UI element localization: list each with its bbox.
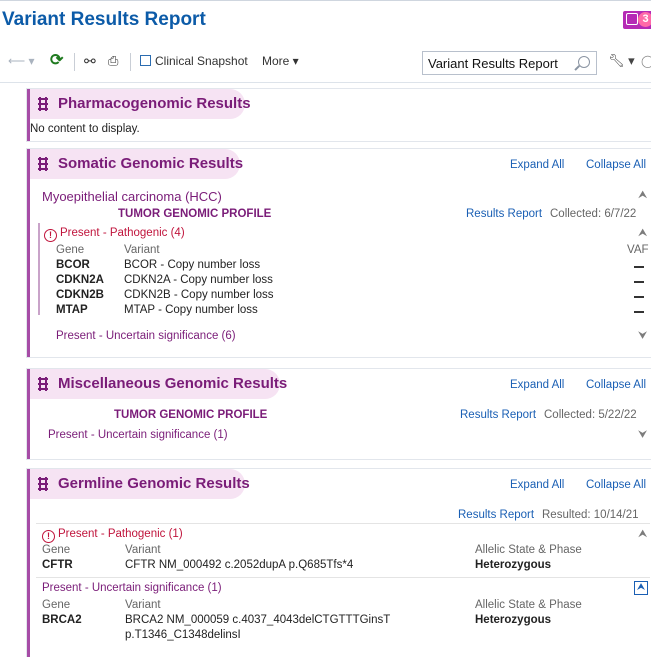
column-header-allelic-state: Allelic State & Phase — [475, 544, 582, 556]
expand-all-link[interactable]: Expand All — [510, 159, 564, 171]
chevron-up-icon[interactable]: ⮝ — [638, 189, 647, 202]
search-icon[interactable] — [578, 56, 590, 68]
vaf-empty — [634, 296, 644, 298]
diagnosis-label[interactable]: Myoepithelial carcinoma (HCC) — [42, 189, 222, 204]
germline-section: Germline Genomic Results Expand All Coll… — [27, 469, 651, 657]
uncertain-toggle[interactable]: Present - Uncertain significance (1) — [48, 429, 228, 441]
vaf-empty — [634, 311, 644, 313]
gene-cell: BRCA2 — [42, 614, 82, 626]
results-report-link[interactable]: Results Report — [458, 509, 534, 521]
column-header-variant: Variant — [125, 599, 161, 611]
column-header-gene: Gene — [42, 599, 71, 611]
section-title: Germline Genomic Results — [58, 475, 250, 492]
section-title: Somatic Genomic Results — [58, 155, 244, 172]
pathogenic-label: Present - Pathogenic (1) — [58, 528, 183, 540]
column-header-gene: Gene — [56, 244, 85, 256]
vaf-empty — [634, 266, 644, 268]
toolbar: ⟵ ▾ ⟳ ⚯ ⎙ Clinical Snapshot More ▾ 🔧︎ ▾ … — [0, 41, 651, 83]
variant-cell[interactable]: MTAP - Copy number loss — [124, 304, 258, 316]
column-header-variant: Variant — [125, 544, 161, 556]
somatic-header[interactable]: Somatic Genomic Results — [30, 149, 244, 179]
dna-icon — [38, 157, 48, 171]
report-search-box[interactable] — [422, 51, 597, 75]
collapse-all-link[interactable]: Collapse All — [586, 479, 646, 491]
title-bar: Variant Results Report 3 — [0, 1, 651, 39]
column-header-gene: Gene — [42, 544, 71, 556]
pathogenic-toggle[interactable]: ! Present - Pathogenic (4) — [44, 227, 185, 242]
vaf-empty — [634, 281, 644, 283]
variant-results-window: Variant Results Report 3 ⟵ ▾ ⟳ ⚯ ⎙ Clini… — [0, 0, 651, 657]
results-report-link[interactable]: Results Report — [466, 208, 542, 220]
gene-cell: MTAP — [56, 304, 88, 316]
wrench-icon[interactable]: 🔧︎ ▾ — [608, 51, 635, 71]
results-report-link[interactable]: Results Report — [460, 409, 536, 421]
collected-date: Collected: 5/22/22 — [544, 409, 637, 421]
collapse-all-link[interactable]: Collapse All — [586, 379, 646, 391]
toolbar-divider — [130, 53, 131, 71]
window-title: Variant Results Report — [2, 9, 206, 30]
allelic-state-cell: Heterozygous — [475, 559, 552, 571]
variant-cell[interactable]: CDKN2A - Copy number loss — [124, 274, 273, 286]
alert-icon: ! — [44, 229, 57, 242]
pharmacogenomic-section: Pharmacogenomic Results No content to di… — [27, 89, 651, 141]
section-title: Pharmacogenomic Results — [58, 95, 251, 112]
somatic-section: Somatic Genomic Results Expand All Colla… — [27, 149, 651, 357]
print-icon[interactable]: ⎙ — [108, 51, 118, 71]
chat-icon[interactable]: ◯ — [641, 51, 651, 71]
chevron-down-icon[interactable]: ⮟ — [638, 330, 647, 343]
divider — [36, 577, 650, 578]
pharmacogenomic-header[interactable]: Pharmacogenomic Results — [30, 89, 251, 119]
section-title: Miscellaneous Genomic Results — [58, 375, 288, 392]
expand-all-link[interactable]: Expand All — [510, 379, 564, 391]
variant-cell[interactable]: CDKN2B - Copy number loss — [124, 289, 274, 301]
chevron-down-icon[interactable]: ⮟ — [638, 429, 647, 442]
clinical-snapshot-button[interactable]: Clinical Snapshot — [140, 51, 248, 71]
chevron-up-icon[interactable]: ⮝ — [638, 528, 647, 541]
column-header-allelic-state: Allelic State & Phase — [475, 599, 582, 611]
variant-cell[interactable]: BCOR - Copy number loss — [124, 259, 260, 271]
badge-count: 3 — [638, 12, 651, 27]
miscellaneous-section: Miscellaneous Genomic Results Expand All… — [27, 369, 651, 459]
notification-badge[interactable]: 3 — [623, 11, 651, 29]
chevron-up-icon[interactable]: ⮝ — [638, 227, 647, 240]
gene-cell: CFTR — [42, 559, 73, 571]
resulted-date: Resulted: 10/14/21 — [542, 509, 639, 521]
report-search-input[interactable] — [423, 52, 563, 74]
empty-message: No content to display. — [30, 123, 140, 135]
divider — [36, 523, 650, 524]
profile-label: TUMOR GENOMIC PROFILE — [118, 208, 272, 220]
refresh-icon[interactable]: ⟳ — [50, 51, 63, 71]
allelic-state-cell: Heterozygous — [475, 614, 552, 626]
pathogenic-label: Present - Pathogenic (4) — [60, 227, 185, 239]
miscellaneous-header[interactable]: Miscellaneous Genomic Results — [30, 369, 287, 399]
gene-cell: BCOR — [56, 259, 90, 271]
variant-cell[interactable]: CFTR NM_000492 c.2052dupA p.Q685Tfs*4 — [125, 559, 353, 571]
more-menu-button[interactable]: More ▾ — [262, 51, 299, 71]
collected-date: Collected: 6/7/22 — [550, 208, 637, 220]
clinical-snapshot-label: Clinical Snapshot — [155, 54, 248, 68]
dna-icon — [38, 97, 48, 111]
germline-header[interactable]: Germline Genomic Results — [30, 469, 250, 499]
dna-icon — [38, 377, 48, 391]
binoculars-icon[interactable]: ⚯ — [84, 51, 96, 71]
toolbar-divider — [74, 53, 75, 71]
column-header-vaf: VAF — [627, 244, 649, 256]
uncertain-toggle[interactable]: Present - Uncertain significance (1) — [42, 582, 222, 594]
uncertain-toggle[interactable]: Present - Uncertain significance (6) — [56, 330, 236, 342]
dna-icon — [38, 477, 48, 491]
profile-label: TUMOR GENOMIC PROFILE — [114, 409, 268, 421]
column-header-variant: Variant — [124, 244, 160, 256]
back-arrow-icon[interactable]: ⟵ ▾ — [8, 51, 35, 71]
pathogenic-toggle[interactable]: ! Present - Pathogenic (1) — [42, 528, 183, 543]
variant-cell-continued[interactable]: p.T1346_C1348delinsI — [125, 629, 241, 641]
alert-icon: ! — [42, 530, 55, 543]
chevron-up-icon[interactable]: ⮝ — [634, 581, 648, 595]
variant-cell[interactable]: BRCA2 NM_000059 c.4037_4043delCTGTTTGins… — [125, 614, 390, 626]
collapse-all-link[interactable]: Collapse All — [586, 159, 646, 171]
gene-cell: CDKN2A — [56, 274, 104, 286]
clapper-icon — [626, 13, 638, 25]
gene-cell: CDKN2B — [56, 289, 104, 301]
snapshot-icon — [140, 55, 151, 66]
expand-all-link[interactable]: Expand All — [510, 479, 564, 491]
